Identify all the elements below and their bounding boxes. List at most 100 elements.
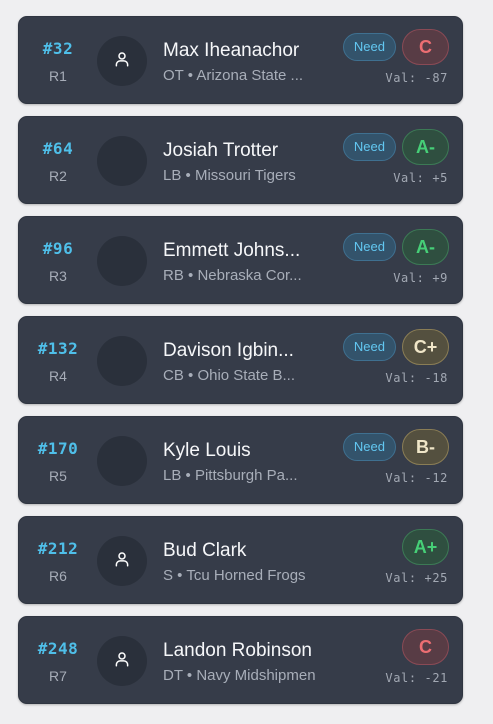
pick-card[interactable]: #212 R6 Bud Clark S • Tcu Horned Frogs A+ Val… (18, 516, 463, 604)
avatar (97, 436, 147, 486)
avatar (97, 136, 147, 186)
player-position: LB (163, 167, 182, 184)
round-label: R3 (49, 268, 67, 284)
need-badge: Need (342, 433, 396, 461)
separator: • (183, 267, 198, 284)
player-details: LB • Pittsburgh Pa... (163, 467, 341, 484)
player-school: Ohio State B... (197, 367, 295, 384)
pick-card[interactable]: #64 R2 Josiah Trotter LB • Missouri Tigers N… (18, 116, 463, 204)
player-name: Emmett Johns... (163, 240, 301, 261)
round-label: R6 (49, 568, 67, 584)
pick-card[interactable]: #170 R5 Kyle Louis LB • Pittsburgh Pa... Nee… (18, 416, 463, 504)
value-prefix: Val: (385, 671, 417, 685)
avatar (97, 236, 147, 286)
player-details: OT • Arizona State ... (163, 67, 341, 84)
value-readout: Val: +5 (393, 171, 448, 185)
player-details: S • Tcu Horned Frogs (163, 567, 341, 584)
draft-picks-list: #32 R1 Max Iheanachor OT • Arizona State ..… (0, 0, 493, 724)
value-prefix: Val: (393, 271, 425, 285)
player-details: LB • Missouri Tigers (163, 167, 341, 184)
pick-number: #32 (42, 39, 74, 58)
round-label: R5 (49, 468, 67, 484)
value-number: -18 (424, 371, 448, 385)
value-prefix: Val: (393, 171, 425, 185)
separator: • (181, 167, 195, 184)
player-name: Bud Clark (163, 540, 247, 561)
value-number: +5 (432, 171, 448, 185)
value-readout: Val: +9 (393, 271, 448, 285)
player-position: OT (163, 67, 184, 84)
grade-badge: B- (402, 429, 449, 465)
player-details: RB • Nebraska Cor... (163, 267, 341, 284)
badges: Need A- (342, 229, 449, 265)
grade-badge: C (402, 629, 449, 665)
value-number: +9 (432, 271, 448, 285)
grade-badge: C (402, 29, 449, 65)
avatar (97, 536, 147, 586)
badges: C (402, 629, 449, 665)
round-label: R4 (49, 368, 67, 384)
value-prefix: Val: (385, 571, 417, 585)
value-prefix: Val: (385, 71, 417, 85)
grade-badge: A- (402, 129, 449, 165)
player-school: Pittsburgh Pa... (194, 467, 298, 484)
need-badge: Need (342, 333, 396, 361)
separator: • (181, 467, 195, 484)
round-label: R1 (49, 68, 67, 84)
grade-badge: A+ (402, 529, 449, 565)
person-icon (113, 650, 131, 673)
value-prefix: Val: (385, 471, 417, 485)
pick-number: #96 (42, 239, 74, 258)
value-number: -87 (424, 71, 448, 85)
pick-card[interactable]: #96 R3 Emmett Johns... RB • Nebraska Cor...… (18, 216, 463, 304)
player-position: S (163, 567, 174, 584)
badges: A+ (402, 529, 449, 565)
value-number: +25 (424, 571, 448, 585)
player-details: CB • Ohio State B... (163, 367, 341, 384)
value-number: -12 (424, 471, 448, 485)
grade-badge: C+ (402, 329, 449, 365)
pick-card[interactable]: #132 R4 Davison Igbin... CB • Ohio State B.… (18, 316, 463, 404)
value-number: -21 (424, 671, 448, 685)
need-badge: Need (342, 233, 396, 261)
badges: Need B- (342, 429, 449, 465)
separator: • (182, 667, 197, 684)
player-school: Missouri Tigers (194, 167, 296, 184)
value-readout: Val: -18 (385, 371, 448, 385)
value-readout: Val: +25 (385, 571, 448, 585)
player-name: Landon Robinson (163, 640, 312, 661)
pick-card[interactable]: #248 R7 Landon Robinson DT • Navy Midshipme… (18, 616, 463, 704)
person-icon (113, 550, 131, 573)
badges: Need A- (342, 129, 449, 165)
value-prefix: Val: (385, 371, 417, 385)
player-position: DT (163, 667, 183, 684)
avatar (97, 636, 147, 686)
separator: • (183, 67, 197, 84)
round-label: R7 (49, 668, 67, 684)
need-badge: Need (342, 33, 396, 61)
player-name: Kyle Louis (163, 440, 251, 461)
need-badge: Need (342, 133, 396, 161)
pick-card[interactable]: #32 R1 Max Iheanachor OT • Arizona State ..… (18, 16, 463, 104)
pick-number: #64 (42, 139, 74, 158)
separator: • (173, 567, 187, 584)
player-school: Navy Midshipmen (196, 667, 316, 684)
player-name: Max Iheanachor (163, 40, 300, 61)
player-school: Arizona State ... (196, 67, 304, 84)
round-label: R2 (49, 168, 67, 184)
pick-number: #132 (37, 339, 79, 358)
player-school: Tcu Horned Frogs (186, 567, 306, 584)
person-icon (113, 50, 131, 73)
value-readout: Val: -21 (385, 671, 448, 685)
badges: Need C (342, 29, 449, 65)
player-position: RB (163, 267, 184, 284)
player-position: CB (163, 367, 184, 384)
avatar (97, 36, 147, 86)
player-name: Josiah Trotter (163, 140, 279, 161)
badges: Need C+ (342, 329, 449, 365)
grade-badge: A- (402, 229, 449, 265)
separator: • (183, 367, 198, 384)
pick-number: #170 (37, 439, 79, 458)
player-position: LB (163, 467, 182, 484)
player-school: Nebraska Cor... (197, 267, 302, 284)
